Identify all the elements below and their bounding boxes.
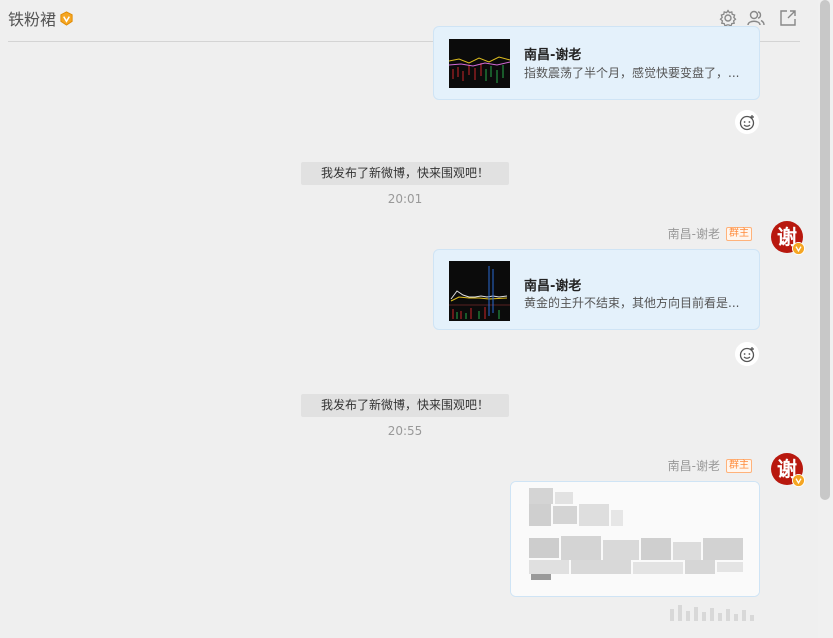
sender-name: 南昌-谢老 <box>667 227 720 241</box>
gear-icon[interactable] <box>718 8 738 28</box>
pixelated-image <box>511 482 759 596</box>
more-loading-icon <box>670 605 754 621</box>
verified-badge-icon <box>792 474 805 487</box>
chat-title-group: 铁粉裙 <box>8 6 74 30</box>
verified-badge-icon <box>792 242 805 255</box>
weibo-desc: 指数震荡了半个月，感觉快要变盘了，... <box>524 66 740 80</box>
system-message: 我发布了新微博，快来围观吧！ <box>301 394 509 417</box>
avatar[interactable]: 谢 <box>771 221 805 255</box>
timestamp: 20:55 <box>387 424 423 438</box>
external-link-icon[interactable] <box>778 8 798 28</box>
stock-chart-thumbnail-icon <box>449 39 510 88</box>
emoji-reaction-icon[interactable] <box>735 110 759 134</box>
members-icon[interactable] <box>746 8 766 28</box>
owner-badge: 群主 <box>726 458 752 473</box>
chat-title: 铁粉裙 <box>8 10 57 29</box>
owner-badge: 群主 <box>726 226 752 241</box>
scrollbar-thumb[interactable] <box>820 0 830 500</box>
stock-chart-thumbnail-icon <box>449 261 510 321</box>
weibo-thumbnail <box>449 261 510 321</box>
emoji-reaction-icon[interactable] <box>735 342 759 366</box>
sender-name: 南昌-谢老 <box>667 459 720 473</box>
sender-info: 南昌-谢老 群主 <box>668 225 752 242</box>
weibo-thumbnail <box>449 39 510 88</box>
avatar[interactable]: 谢 <box>771 453 805 487</box>
weibo-card[interactable]: 南昌-谢老 指数震荡了半个月，感觉快要变盘了，... <box>433 26 760 100</box>
system-message: 我发布了新微博，快来围观吧！ <box>301 162 509 185</box>
sender-info: 南昌-谢老 群主 <box>668 457 752 474</box>
image-message[interactable] <box>510 481 760 597</box>
vip-badge-icon <box>60 10 73 26</box>
weibo-card[interactable]: 南昌-谢老 黄金的主升不结束，其他方向目前看是... <box>433 249 760 330</box>
weibo-author: 南昌-谢老 <box>524 279 582 294</box>
weibo-author: 南昌-谢老 <box>524 48 582 63</box>
timestamp: 20:01 <box>387 192 423 206</box>
weibo-desc: 黄金的主升不结束，其他方向目前看是... <box>524 296 740 310</box>
